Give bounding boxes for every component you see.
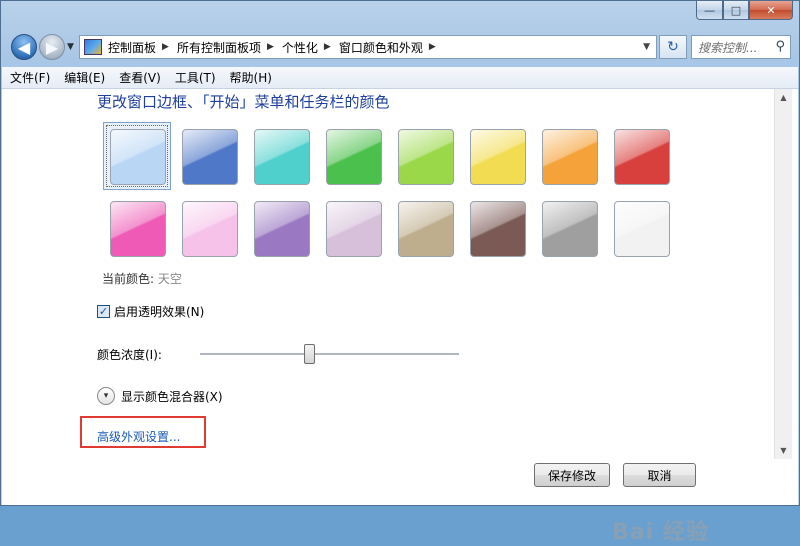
intensity-slider-thumb[interactable] bbox=[303, 344, 315, 364]
menu-bar: 文件(F) 编辑(E) 查看(V) 工具(T) 帮助(H) bbox=[2, 67, 798, 89]
caption-buttons: — □ ✕ bbox=[696, 1, 793, 20]
color-swatch[interactable] bbox=[182, 201, 238, 257]
breadcrumb-separator-icon[interactable]: ▶ bbox=[429, 42, 436, 52]
transparency-label[interactable]: 启用透明效果(N) bbox=[114, 303, 204, 320]
color-swatch[interactable] bbox=[398, 129, 454, 185]
current-color-value: 天空 bbox=[157, 272, 182, 286]
color-swatch[interactable] bbox=[614, 201, 670, 257]
close-button[interactable]: ✕ bbox=[749, 1, 793, 20]
content-pane: 更改窗口边框、「开始」菜单和任务栏的颜色 当前颜色: 天空 ✓ 启用透明效果(N… bbox=[2, 89, 798, 545]
color-swatch[interactable] bbox=[110, 201, 166, 257]
color-swatch[interactable] bbox=[182, 129, 238, 185]
search-icon[interactable]: ⚲ bbox=[775, 39, 785, 54]
breadcrumb-item[interactable]: 窗口颜色和外观 bbox=[339, 39, 423, 56]
scroll-down-icon[interactable]: ▼ bbox=[775, 442, 792, 459]
color-swatch[interactable] bbox=[542, 129, 598, 185]
color-swatch[interactable] bbox=[470, 129, 526, 185]
search-placeholder: 搜索控制... bbox=[698, 40, 758, 55]
cancel-button[interactable]: 取消 bbox=[623, 463, 696, 487]
address-bar[interactable]: 控制面板 ▶ 所有控制面板项 ▶ 个性化 ▶ 窗口颜色和外观 ▶ ▼ bbox=[79, 35, 657, 59]
window: — □ ✕ ◀ ▶ ▼ 控制面板 ▶ 所有控制面板项 ▶ 个性化 ▶ 窗口颜色和外观 ▶ ▼ … bbox=[0, 0, 800, 545]
breadcrumb: 控制面板 ▶ 所有控制面板项 ▶ 个性化 ▶ 窗口颜色和外观 ▶ bbox=[108, 39, 444, 56]
color-swatch[interactable] bbox=[110, 129, 166, 185]
breadcrumb-item[interactable]: 控制面板 bbox=[108, 39, 156, 56]
breadcrumb-item[interactable]: 所有控制面板项 bbox=[177, 39, 261, 56]
scroll-up-icon[interactable]: ▲ bbox=[775, 89, 792, 106]
color-swatch[interactable] bbox=[254, 201, 310, 257]
back-button[interactable]: ◀ bbox=[11, 34, 37, 60]
color-swatch[interactable] bbox=[326, 129, 382, 185]
search-input[interactable]: 搜索控制... ⚲ bbox=[691, 35, 791, 59]
save-button[interactable]: 保存修改 bbox=[534, 463, 610, 487]
menu-item[interactable]: 查看(V) bbox=[119, 69, 161, 86]
color-swatch[interactable] bbox=[254, 129, 310, 185]
menu-item[interactable]: 文件(F) bbox=[10, 69, 50, 86]
minimize-button[interactable]: — bbox=[696, 1, 723, 20]
maximize-button[interactable]: □ bbox=[723, 1, 749, 20]
page-title: 更改窗口边框、「开始」菜单和任务栏的颜色 bbox=[97, 93, 390, 111]
breadcrumb-separator-icon[interactable]: ▶ bbox=[324, 42, 331, 52]
control-panel-icon bbox=[84, 39, 102, 55]
transparency-checkbox[interactable]: ✓ bbox=[97, 305, 110, 318]
color-swatch[interactable] bbox=[398, 201, 454, 257]
menu-item[interactable]: 工具(T) bbox=[175, 69, 216, 86]
forward-button[interactable]: ▶ bbox=[39, 34, 65, 60]
color-mixer-toggle[interactable]: 显示颜色混合器(X) bbox=[121, 388, 223, 405]
color-swatch[interactable] bbox=[614, 129, 670, 185]
breadcrumb-separator-icon[interactable]: ▶ bbox=[267, 42, 274, 52]
advanced-appearance-link[interactable]: 高级外观设置... bbox=[97, 428, 180, 445]
menu-item[interactable]: 编辑(E) bbox=[64, 69, 105, 86]
current-color-label: 当前颜色: bbox=[102, 272, 158, 286]
navigation-bar: ◀ ▶ ▼ 控制面板 ▶ 所有控制面板项 ▶ 个性化 ▶ 窗口颜色和外观 ▶ ▼ ↻ 搜索控制… bbox=[1, 29, 799, 65]
current-color: 当前颜色: 天空 bbox=[102, 270, 182, 287]
vertical-scrollbar[interactable]: ▲ ▼ bbox=[774, 89, 792, 459]
intensity-label: 颜色浓度(I): bbox=[97, 348, 162, 362]
color-swatch[interactable] bbox=[326, 201, 382, 257]
breadcrumb-item[interactable]: 个性化 bbox=[282, 39, 318, 56]
refresh-button[interactable]: ↻ bbox=[659, 35, 687, 59]
color-swatch[interactable] bbox=[542, 201, 598, 257]
breadcrumb-separator-icon[interactable]: ▶ bbox=[162, 42, 169, 52]
recent-pages-dropdown-icon[interactable]: ▼ bbox=[67, 42, 74, 52]
color-swatch[interactable] bbox=[470, 201, 526, 257]
watermark: Bai 经验 bbox=[612, 520, 709, 545]
intensity-slider-track[interactable] bbox=[200, 353, 459, 356]
chevron-down-icon[interactable]: ▾ bbox=[97, 387, 115, 405]
address-dropdown-icon[interactable]: ▼ bbox=[643, 42, 650, 52]
menu-item[interactable]: 帮助(H) bbox=[230, 69, 272, 86]
